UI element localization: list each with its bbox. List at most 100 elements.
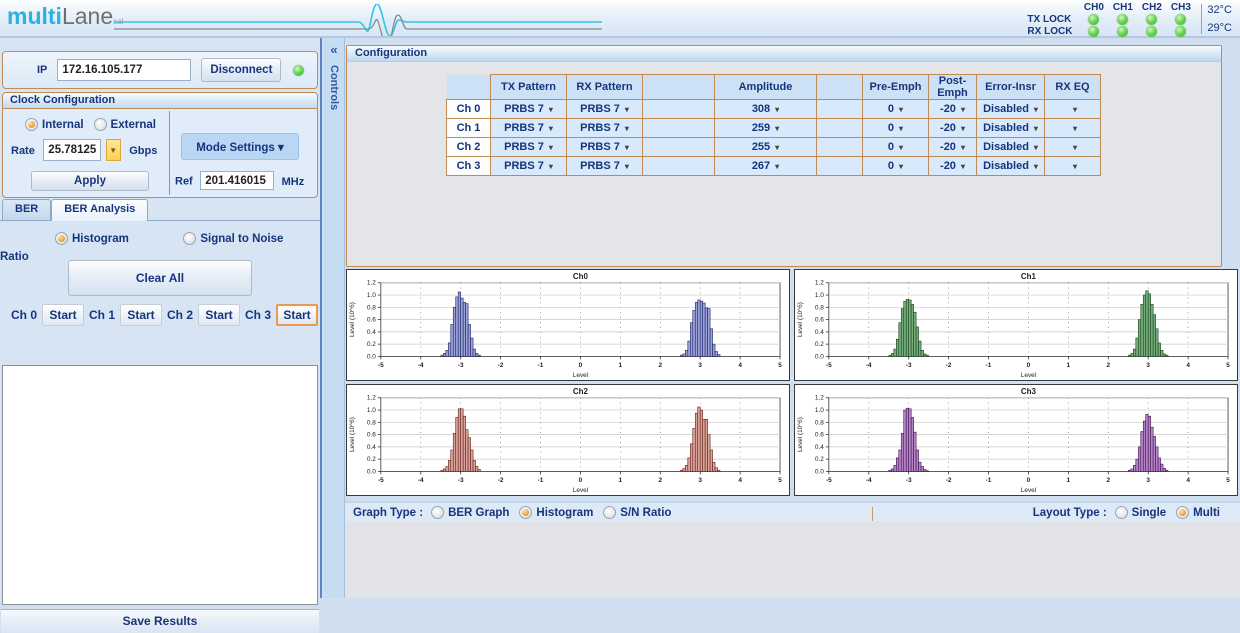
config-cell-r1c7[interactable]: -20▾ xyxy=(929,119,977,138)
tab-ber-analysis[interactable]: BER Analysis xyxy=(51,199,148,221)
mode-settings-button[interactable]: Mode Settings ▾ xyxy=(181,133,299,160)
collapse-chevron-icon[interactable]: « xyxy=(324,42,344,57)
config-cell-r0c7[interactable]: -20▾ xyxy=(929,100,977,119)
internal-clock-radio[interactable] xyxy=(25,118,38,131)
svg-text:2: 2 xyxy=(1106,477,1110,484)
svg-text:1.0: 1.0 xyxy=(367,292,376,299)
config-cell-r3c1[interactable]: PRBS 7▾ xyxy=(491,157,567,176)
svg-text:0.4: 0.4 xyxy=(815,329,824,336)
start-channel-label-1: Ch 1 xyxy=(89,308,115,322)
histogram-radio[interactable] xyxy=(55,232,68,245)
external-clock-label: External xyxy=(111,119,156,131)
start-button-ch0[interactable]: Start xyxy=(42,304,84,326)
graph-type-radio-ber-graph[interactable] xyxy=(431,506,444,519)
layout-type-radio-multi[interactable] xyxy=(1176,506,1189,519)
config-cell-r2c6[interactable]: 0▾ xyxy=(863,138,929,157)
svg-text:Level: Level xyxy=(1021,372,1036,379)
rate-unit-label: Gbps xyxy=(129,145,157,157)
graph-type-label-ber-graph: BER Graph xyxy=(448,507,509,519)
external-clock-radio[interactable] xyxy=(94,118,107,131)
graph-bar-divider xyxy=(872,507,873,521)
config-cell-r1c9[interactable]: ▾ xyxy=(1045,119,1101,138)
config-col-8: Error-Insr xyxy=(977,75,1045,100)
layout-type-radio-single[interactable] xyxy=(1115,506,1128,519)
config-cell-r2c8[interactable]: Disabled▾ xyxy=(977,138,1045,157)
config-cell-r2c4[interactable]: 255▾ xyxy=(715,138,817,157)
temperature-readouts: 32°C 29°C xyxy=(1201,4,1232,34)
tx-lock-led-ch1 xyxy=(1117,14,1128,25)
config-cell-r1c1[interactable]: PRBS 7▾ xyxy=(491,119,567,138)
results-list-area[interactable] xyxy=(2,365,318,605)
svg-text:0.6: 0.6 xyxy=(367,317,376,324)
clear-all-button[interactable]: Clear All xyxy=(68,260,252,296)
svg-text:1: 1 xyxy=(619,477,623,484)
start-channel-label-2: Ch 2 xyxy=(167,308,193,322)
config-row-label-2: Ch 2 xyxy=(447,138,491,157)
config-cell-r3c2[interactable]: PRBS 7▾ xyxy=(567,157,643,176)
svg-text:4: 4 xyxy=(1186,477,1190,484)
svg-text:1: 1 xyxy=(619,362,623,369)
apply-button[interactable]: Apply xyxy=(31,171,149,191)
config-cell-r0c9[interactable]: ▾ xyxy=(1045,100,1101,119)
svg-text:0.6: 0.6 xyxy=(815,432,824,439)
lock-led-grid: CH0CH1CH2CH3TX LOCKRX LOCK xyxy=(1027,1,1195,37)
config-cell-r3c9[interactable]: ▾ xyxy=(1045,157,1101,176)
svg-text:-1: -1 xyxy=(538,362,544,369)
save-results-button[interactable]: Save Results xyxy=(1,609,319,633)
config-cell-r0c1[interactable]: PRBS 7▾ xyxy=(491,100,567,119)
ip-address-input[interactable] xyxy=(57,59,191,81)
config-cell-r0c6[interactable]: 0▾ xyxy=(863,100,929,119)
config-cell-r2c9[interactable]: ▾ xyxy=(1045,138,1101,157)
snr-radio[interactable] xyxy=(183,232,196,245)
graph-type-radio-s-n-ratio[interactable] xyxy=(603,506,616,519)
channel-header-ch0: CH0 xyxy=(1079,2,1108,13)
config-col-6: Pre-Emph xyxy=(863,75,929,100)
config-cell-r3c3 xyxy=(643,157,715,176)
channel-header-ch3: CH3 xyxy=(1166,2,1195,13)
svg-text:-3: -3 xyxy=(458,362,464,369)
rate-dropdown-button[interactable]: ▼ xyxy=(106,139,121,161)
rx-lock-led-ch2 xyxy=(1146,26,1157,37)
config-cell-r1c4[interactable]: 259▾ xyxy=(715,119,817,138)
layout-type-radios: SingleMulti xyxy=(1115,506,1230,519)
config-cell-r0c8[interactable]: Disabled▾ xyxy=(977,100,1045,119)
rx-lock-label: RX LOCK xyxy=(1027,26,1079,37)
config-cell-r2c7[interactable]: -20▾ xyxy=(929,138,977,157)
config-cell-r3c4[interactable]: 267▾ xyxy=(715,157,817,176)
config-cell-r3c5 xyxy=(817,157,863,176)
graph-type-label-histogram: Histogram xyxy=(536,507,593,519)
config-cell-r1c2[interactable]: PRBS 7▾ xyxy=(567,119,643,138)
config-cell-r2c2[interactable]: PRBS 7▾ xyxy=(567,138,643,157)
config-cell-r1c6[interactable]: 0▾ xyxy=(863,119,929,138)
svg-text:Level (10^6): Level (10^6) xyxy=(797,417,804,452)
internal-clock-label: Internal xyxy=(42,119,84,131)
config-cell-r1c8[interactable]: Disabled▾ xyxy=(977,119,1045,138)
svg-text:-4: -4 xyxy=(418,477,424,484)
rate-input[interactable] xyxy=(43,139,101,161)
ber-tabbar: BER BER Analysis xyxy=(2,199,148,221)
start-button-ch2[interactable]: Start xyxy=(198,304,240,326)
tab-ber[interactable]: BER xyxy=(2,199,51,221)
svg-text:1: 1 xyxy=(1067,477,1071,484)
svg-text:-2: -2 xyxy=(946,362,952,369)
config-cell-r0c2[interactable]: PRBS 7▾ xyxy=(567,100,643,119)
start-button-ch3[interactable]: Start xyxy=(276,304,318,326)
config-cell-r0c4[interactable]: 308▾ xyxy=(715,100,817,119)
bottom-spacer xyxy=(345,522,1240,598)
config-cell-r0c3 xyxy=(643,100,715,119)
histogram-chart-ch3: Ch30.00.20.40.60.81.01.2-5-4-3-2-1012345… xyxy=(794,384,1238,496)
config-cell-r2c1[interactable]: PRBS 7▾ xyxy=(491,138,567,157)
histogram-radio-label: Histogram xyxy=(72,233,129,245)
svg-text:Level: Level xyxy=(573,487,588,494)
config-cell-r1c3 xyxy=(643,119,715,138)
disconnect-button[interactable]: Disconnect xyxy=(201,58,281,82)
graph-type-radio-histogram[interactable] xyxy=(519,506,532,519)
svg-text:1.0: 1.0 xyxy=(815,407,824,414)
config-cell-r3c6[interactable]: 0▾ xyxy=(863,157,929,176)
config-cell-r3c8[interactable]: Disabled▾ xyxy=(977,157,1045,176)
svg-text:1.2: 1.2 xyxy=(367,280,376,287)
ref-input[interactable] xyxy=(200,171,274,190)
config-cell-r3c7[interactable]: -20▾ xyxy=(929,157,977,176)
svg-text:4: 4 xyxy=(738,477,742,484)
start-button-ch1[interactable]: Start xyxy=(120,304,162,326)
